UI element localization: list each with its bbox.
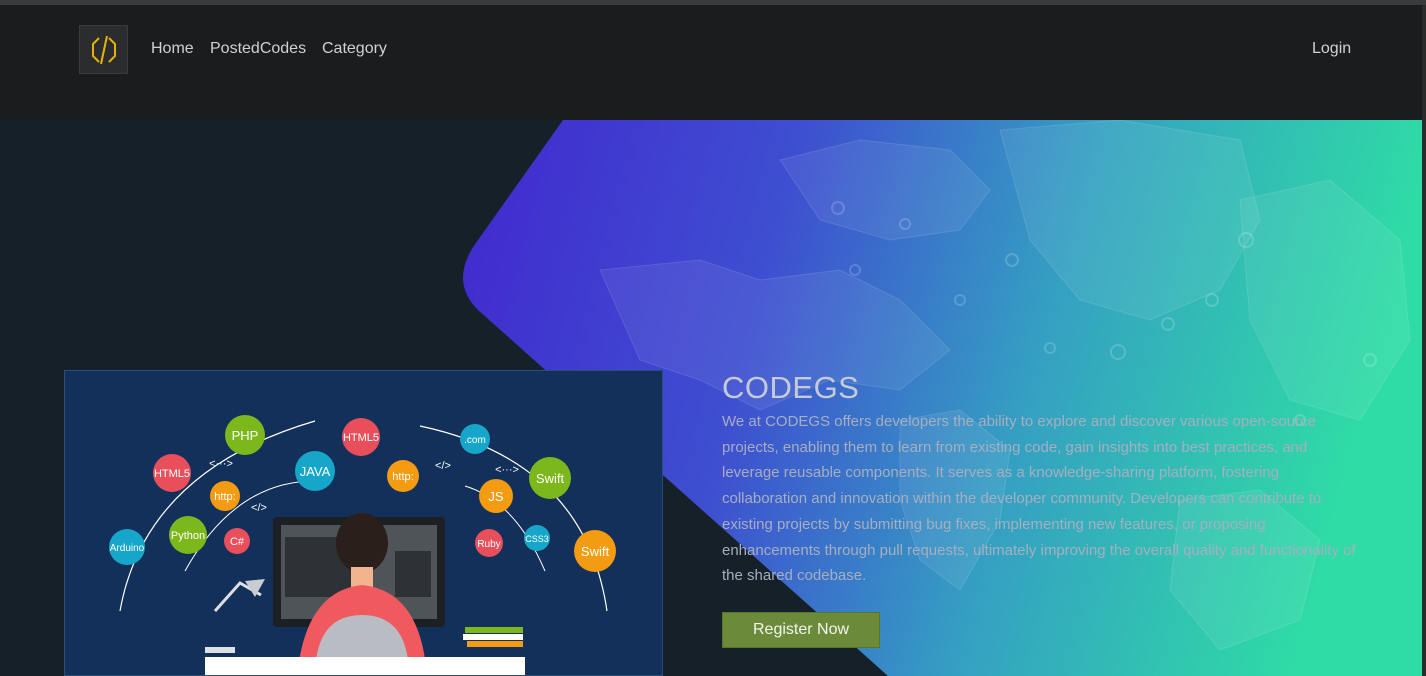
bubble-js: JS xyxy=(488,489,504,504)
scrollbar-track[interactable] xyxy=(1422,5,1426,676)
navbar: Home PostedCodes Category Login xyxy=(0,5,1422,120)
register-now-button[interactable]: Register Now xyxy=(722,612,880,648)
developer-illustration: PHP HTML5 .com HTML5 JAVA http: Swift ht… xyxy=(64,370,663,676)
bubble-php: PHP xyxy=(232,428,259,443)
bubble-swift-a: Swift xyxy=(536,471,565,486)
bubble-java: JAVA xyxy=(300,464,331,479)
hero-content: CODEGS We at CODEGS offers developers th… xyxy=(722,370,1362,648)
nav-postedcodes-link[interactable]: PostedCodes xyxy=(210,40,306,58)
bubble-com: .com xyxy=(464,435,486,446)
symbol-tag-b: </> xyxy=(435,460,451,472)
bubble-http-b: http: xyxy=(214,491,235,503)
login-link[interactable]: Login xyxy=(1312,40,1351,58)
brand-logo[interactable] xyxy=(79,25,128,74)
bubble-swift-b: Swift xyxy=(581,544,610,559)
nav-category-link[interactable]: Category xyxy=(322,40,387,58)
bubble-arduino: Arduino xyxy=(110,543,145,554)
symbol-dots-a: <···> xyxy=(209,458,233,470)
nav-home-link[interactable]: Home xyxy=(151,40,194,58)
hero-description: We at CODEGS offers developers the abili… xyxy=(722,413,1356,585)
symbol-tag-a: </> xyxy=(251,502,267,514)
developer-at-computer-image: PHP HTML5 .com HTML5 JAVA http: Swift ht… xyxy=(109,415,616,675)
bubble-css3: CSS3 xyxy=(525,534,549,544)
bubble-python: Python xyxy=(171,530,205,542)
bubble-html5-a: HTML5 xyxy=(343,432,379,444)
hero-section: PHP HTML5 .com HTML5 JAVA http: Swift ht… xyxy=(0,120,1422,676)
bubble-http-a: http: xyxy=(392,471,413,483)
bubble-html5-b: HTML5 xyxy=(154,468,190,480)
bubble-ruby: Ruby xyxy=(477,539,500,550)
symbol-dots-b: <···> xyxy=(495,464,519,476)
hero-title: CODEGS xyxy=(722,370,860,405)
code-brackets-icon xyxy=(91,35,116,64)
bubble-csharp: C# xyxy=(230,536,245,548)
